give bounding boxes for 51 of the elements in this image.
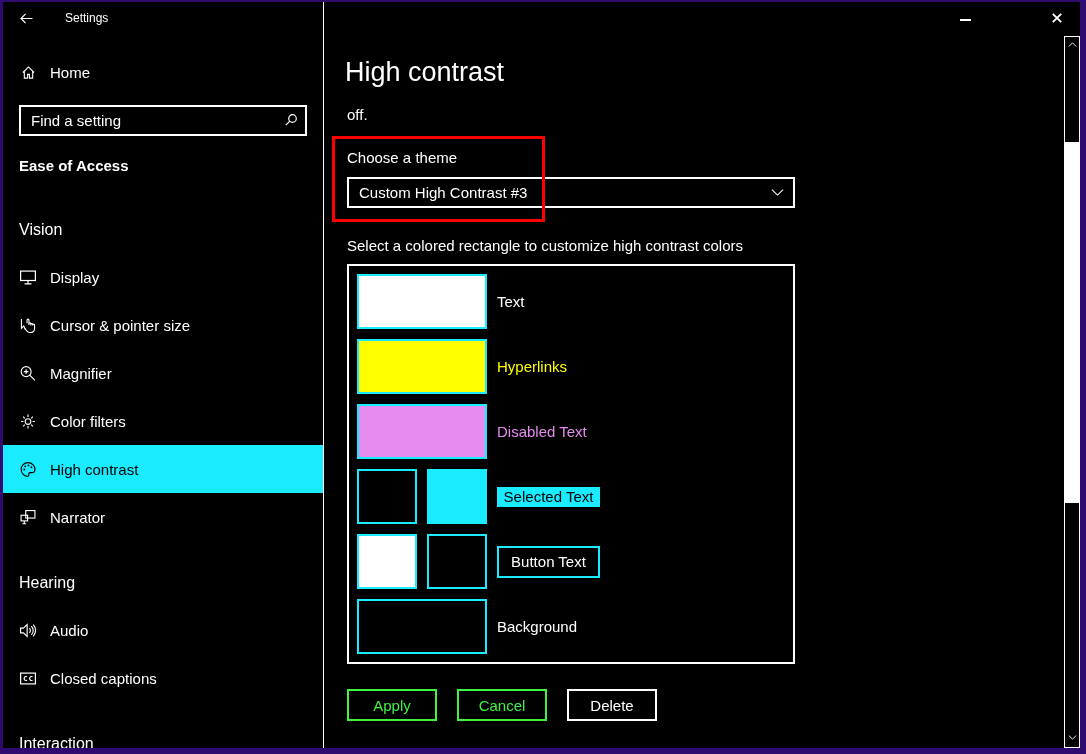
home-link[interactable]: Home <box>3 48 323 96</box>
speaker-icon <box>20 622 36 638</box>
search-icon <box>285 114 297 126</box>
section-title: Ease of Access <box>19 156 130 176</box>
theme-dropdown[interactable]: Custom High Contrast #3 <box>347 177 795 208</box>
palette-icon <box>20 461 36 477</box>
group-heading: Hearing <box>19 573 77 593</box>
chevron-down-icon <box>1067 735 1077 740</box>
color-swatch[interactable] <box>427 534 487 589</box>
color-swatch[interactable] <box>357 339 487 394</box>
action-button[interactable]: Delete <box>567 689 657 721</box>
nav-item[interactable]: Magnifier <box>3 349 323 397</box>
description-text: off. <box>347 105 369 125</box>
minimize-icon <box>959 18 971 21</box>
theme-label: Choose a theme <box>347 148 459 168</box>
color-label: Hyperlinks <box>497 356 568 377</box>
color-swatch[interactable] <box>427 469 487 524</box>
hand-pointer-icon <box>20 317 36 333</box>
screens-icon <box>20 509 36 525</box>
captions-icon <box>20 670 36 686</box>
search-field[interactable]: Find a setting <box>19 105 307 136</box>
scrollbar-thumb[interactable] <box>1065 142 1079 503</box>
nav-item[interactable]: Audio <box>3 606 323 654</box>
selected-text-sample: Selected Text <box>497 486 600 507</box>
sun-icon <box>20 413 36 429</box>
zoom-in-icon <box>20 365 36 381</box>
back-arrow-icon <box>19 12 33 24</box>
color-swatch[interactable] <box>357 469 417 524</box>
chevron-down-icon <box>771 189 784 196</box>
chevron-up-icon <box>1067 42 1077 47</box>
nav-item[interactable]: Narrator <box>3 493 323 541</box>
color-label: Disabled Text <box>497 421 587 442</box>
color-swatch[interactable] <box>357 534 417 589</box>
color-swatch[interactable] <box>357 274 487 329</box>
home-icon <box>21 65 35 79</box>
color-swatch[interactable] <box>357 599 487 654</box>
close-icon <box>1052 13 1062 23</box>
page-title: High contrast <box>344 56 506 89</box>
instruction-text: Select a colored rectangle to customize high contrast colors <box>347 236 745 256</box>
nav-item[interactable]: Display <box>3 253 323 301</box>
color-swatch[interactable] <box>357 404 487 459</box>
nav-item[interactable]: Cursor & pointer size <box>3 301 323 349</box>
nav-item[interactable]: Closed captions <box>3 654 323 702</box>
group-heading: Vision <box>19 220 64 240</box>
nav-item[interactable]: High contrast <box>3 445 323 493</box>
app-title: Settings <box>65 11 109 25</box>
nav-item[interactable]: Color filters <box>3 397 323 445</box>
color-label: Text <box>497 291 525 312</box>
monitor-icon <box>20 269 36 285</box>
button-text-sample: Button Text <box>497 545 600 578</box>
scrollbar[interactable] <box>1064 36 1080 748</box>
